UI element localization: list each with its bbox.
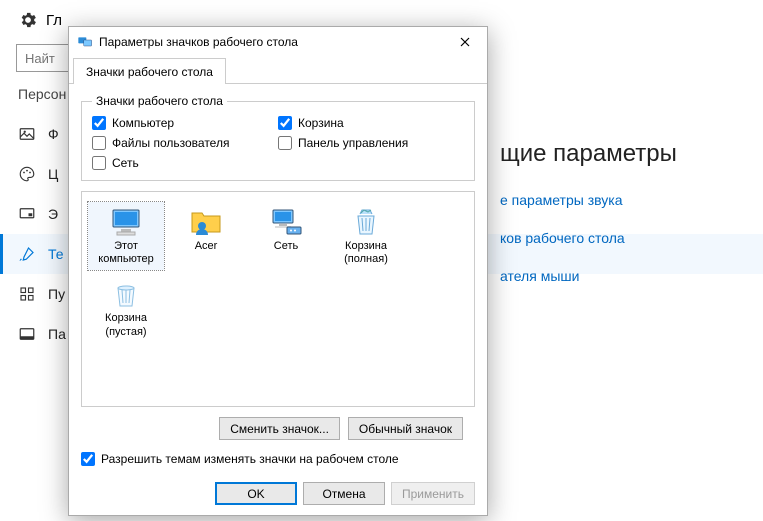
icon-user-folder[interactable]: Acer: [168, 202, 244, 270]
desktop-icons-group: Значки рабочего стола Компьютер Корзина …: [81, 94, 475, 181]
dialog-footer: OK Отмена Применить: [69, 472, 487, 515]
dialog-tabs: Значки рабочего стола: [69, 57, 487, 84]
lockscreen-icon: [18, 205, 36, 223]
group-legend: Значки рабочего стола: [92, 94, 227, 108]
related-link-sound[interactable]: е параметры звука: [500, 192, 750, 208]
icon-network[interactable]: Сеть: [248, 202, 324, 270]
checkbox-label: Корзина: [298, 116, 344, 130]
nav-label: Па: [48, 326, 66, 342]
icon-this-pc[interactable]: Этот компьютер: [88, 202, 164, 270]
checkbox-label: Файлы пользователя: [112, 136, 229, 150]
grid-icon: [18, 285, 36, 303]
icon-recycle-empty[interactable]: Корзина (пустая): [88, 274, 164, 342]
dialog-body: Значки рабочего стола Компьютер Корзина …: [69, 84, 487, 472]
icon-label: Acer: [195, 240, 218, 253]
desktop-icon-settings-dialog: Параметры значков рабочего стола Значки …: [68, 26, 488, 516]
default-icon-button[interactable]: Обычный значок: [348, 417, 463, 440]
palette-icon: [18, 165, 36, 183]
checkbox-userfiles-input[interactable]: [92, 136, 106, 150]
checkbox-label: Панель управления: [298, 136, 408, 150]
icon-buttons-row: Сменить значок... Обычный значок: [81, 417, 475, 440]
checkbox-cpanel[interactable]: Панель управления: [278, 136, 464, 150]
checkbox-label: Сеть: [112, 156, 139, 170]
checkbox-computer[interactable]: Компьютер: [92, 116, 278, 130]
close-button[interactable]: [449, 30, 481, 54]
checkbox-allow-themes-input[interactable]: [81, 452, 95, 466]
dialog-titlebar[interactable]: Параметры значков рабочего стола: [69, 27, 487, 57]
checkbox-label: Разрешить темам изменять значки на рабоч…: [101, 452, 399, 466]
icon-label: Этот компьютер: [90, 240, 162, 266]
icon-label: Корзина (пустая): [90, 312, 162, 338]
dialog-title: Параметры значков рабочего стола: [99, 35, 449, 49]
network-icon: [268, 206, 304, 238]
checkbox-network[interactable]: Сеть: [92, 156, 278, 170]
checkbox-network-input[interactable]: [92, 156, 106, 170]
nav-label: Ф: [48, 126, 59, 142]
recycle-empty-icon: [108, 278, 144, 310]
change-icon-button[interactable]: Сменить значок...: [219, 417, 340, 440]
nav-label: Пу: [48, 286, 65, 302]
related-title: щие параметры: [500, 140, 750, 168]
checkbox-computer-input[interactable]: [92, 116, 106, 130]
picture-icon: [18, 125, 36, 143]
gear-icon: [18, 10, 38, 30]
close-icon: [460, 37, 470, 47]
related-link-desktop-icons[interactable]: ков рабочего стола: [500, 230, 750, 246]
cancel-button[interactable]: Отмена: [303, 482, 385, 505]
nav-label: Э: [48, 206, 58, 222]
icon-preview-box: Этот компьютер Acer Сеть: [81, 191, 475, 407]
checkbox-label: Компьютер: [112, 116, 174, 130]
ok-button[interactable]: OK: [215, 482, 297, 505]
nav-label: Ц: [48, 166, 58, 182]
icon-recycle-full[interactable]: Корзина (полная): [328, 202, 404, 270]
apply-button[interactable]: Применить: [391, 482, 475, 505]
folder-user-icon: [188, 206, 224, 238]
displays-icon: [77, 34, 93, 50]
brush-icon: [18, 245, 36, 263]
tab-desktop-icons[interactable]: Значки рабочего стола: [73, 58, 226, 84]
checkbox-recycle[interactable]: Корзина: [278, 116, 464, 130]
checkbox-recycle-input[interactable]: [278, 116, 292, 130]
settings-header-title: Гл: [46, 12, 62, 29]
nav-label: Те: [48, 246, 64, 262]
recycle-full-icon: [348, 206, 384, 238]
related-settings: щие параметры е параметры звука ков рабо…: [500, 140, 750, 306]
icon-label: Сеть: [274, 240, 298, 253]
taskbar-icon: [18, 325, 36, 343]
pc-icon: [108, 206, 144, 238]
checkbox-userfiles[interactable]: Файлы пользователя: [92, 136, 278, 150]
icon-label: Корзина (полная): [330, 240, 402, 266]
checkbox-allow-themes[interactable]: Разрешить темам изменять значки на рабоч…: [81, 452, 475, 466]
checkbox-cpanel-input[interactable]: [278, 136, 292, 150]
related-link-mouse[interactable]: ателя мыши: [500, 268, 750, 284]
